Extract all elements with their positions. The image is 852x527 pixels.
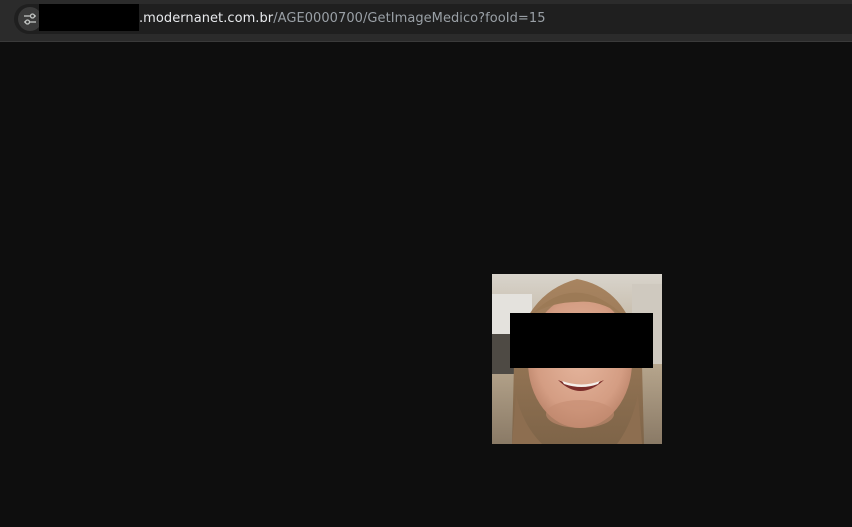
browser-toolbar: .modernanet.com.br/AGE0000700/GetImageMe…	[0, 0, 852, 42]
eyes-censor-bar	[510, 313, 653, 368]
address-bar[interactable]: .modernanet.com.br/AGE0000700/GetImageMe…	[14, 4, 852, 34]
redacted-host-prefix	[39, 4, 139, 31]
tune-icon	[23, 12, 37, 26]
url-path: /AGE0000700/GetImageMedico?fooId=15	[273, 11, 546, 26]
url-host: .modernanet.com.br	[139, 11, 274, 26]
portrait-image[interactable]	[492, 274, 662, 444]
url-text[interactable]: .modernanet.com.br/AGE0000700/GetImageMe…	[139, 10, 546, 27]
image-viewer	[0, 42, 852, 527]
